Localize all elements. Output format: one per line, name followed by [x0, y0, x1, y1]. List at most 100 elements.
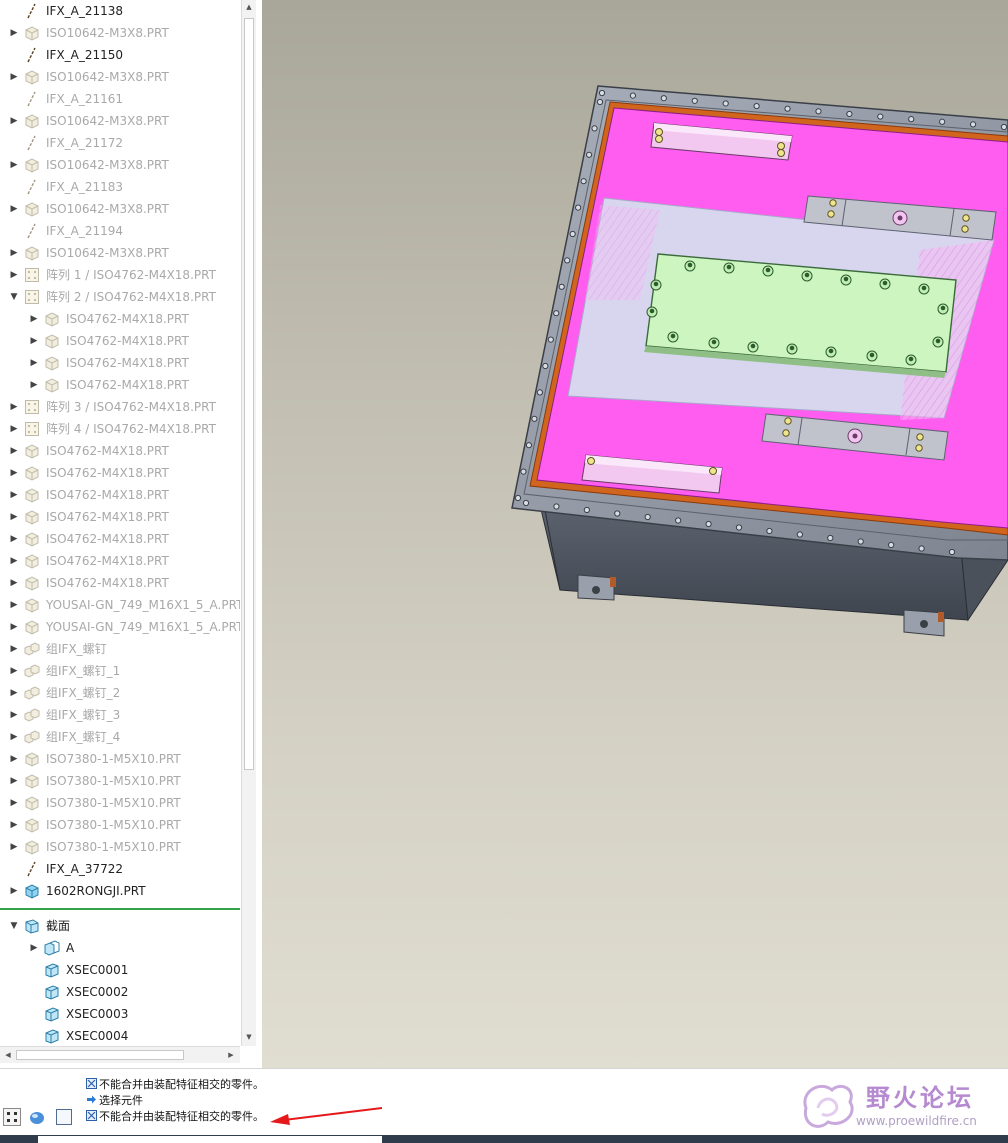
model-tree[interactable]: IFX_A_21138 ▶ ISO10642-M3X8.PRT IFX_A_21150… [0, 0, 240, 1046]
expand-arrow-icon[interactable]: ▶ [9, 115, 19, 127]
tree-item[interactable]: ▶ ISO10642-M3X8.PRT [0, 154, 240, 176]
expand-arrow-icon[interactable]: ▶ [9, 775, 19, 787]
expand-arrow-icon[interactable]: ▶ [9, 709, 19, 721]
tree-item[interactable]: ▶ 阵列 4 / ISO4762-M4X18.PRT [0, 418, 240, 440]
expand-arrow-icon[interactable]: ▶ [29, 942, 39, 954]
expand-arrow-icon[interactable]: ▶ [9, 269, 19, 281]
scroll-up-icon[interactable]: ▲ [242, 0, 256, 14]
tree-item[interactable]: ▶ 组IFX_螺钉_3 [0, 704, 240, 726]
expand-arrow-icon[interactable]: ▶ [9, 885, 19, 897]
expand-arrow-icon[interactable]: ▶ [29, 313, 39, 325]
scroll-left-icon[interactable]: ◀ [1, 1048, 15, 1062]
expand-arrow-icon[interactable]: ▶ [9, 401, 19, 413]
tree-item[interactable]: IFX_A_21138 [0, 0, 240, 22]
section-tree-item[interactable]: XSEC0003 [0, 1003, 240, 1025]
tree-item[interactable]: IFX_A_21194 [0, 220, 240, 242]
expand-arrow-icon[interactable]: ▶ [29, 357, 39, 369]
model-display-button[interactable] [28, 1108, 46, 1126]
tree-item[interactable]: ▶ ISO4762-M4X18.PRT [0, 506, 240, 528]
expand-arrow-icon[interactable]: ▶ [9, 533, 19, 545]
tree-item[interactable]: ▶ 组IFX_螺钉_1 [0, 660, 240, 682]
tree-item[interactable]: ▶ 阵列 3 / ISO4762-M4X18.PRT [0, 396, 240, 418]
expand-arrow-icon[interactable]: ▶ [9, 203, 19, 215]
expand-arrow-icon[interactable]: ▶ [9, 819, 19, 831]
tree-item[interactable]: ▶ ISO10642-M3X8.PRT [0, 110, 240, 132]
tree-item[interactable]: ▶ ISO10642-M3X8.PRT [0, 198, 240, 220]
collapse-arrow-icon[interactable]: ▼ [9, 291, 19, 303]
expand-arrow-icon[interactable]: ▶ [9, 643, 19, 655]
tree-item[interactable]: ▶ ISO7380-1-M5X10.PRT [0, 748, 240, 770]
collapse-arrow-icon[interactable]: ▼ [9, 920, 19, 932]
expand-arrow-icon[interactable]: ▶ [9, 731, 19, 743]
expand-arrow-icon[interactable]: ▶ [9, 423, 19, 435]
section-tree-item[interactable]: XSEC0004 [0, 1025, 240, 1046]
tree-item[interactable]: IFX_A_21172 [0, 132, 240, 154]
expand-arrow-icon[interactable]: ▶ [9, 71, 19, 83]
tree-item[interactable]: ▶ ISO7380-1-M5X10.PRT [0, 814, 240, 836]
expand-arrow-icon[interactable]: ▶ [9, 753, 19, 765]
expand-arrow-icon[interactable]: ▶ [9, 687, 19, 699]
tree-item[interactable]: ▶ 组IFX_螺钉_2 [0, 682, 240, 704]
tree-item[interactable]: ▶ ISO4762-M4X18.PRT [0, 462, 240, 484]
tree-item[interactable]: ▶ ISO10642-M3X8.PRT [0, 22, 240, 44]
section-tree-item[interactable]: ▶ A [0, 937, 240, 959]
expand-arrow-icon[interactable]: ▶ [29, 335, 39, 347]
expand-arrow-icon[interactable]: ▶ [9, 27, 19, 39]
expand-arrow-icon[interactable]: ▶ [9, 665, 19, 677]
watermark-title: 野火论坛 [866, 1084, 974, 1112]
expand-arrow-icon[interactable]: ▶ [29, 379, 39, 391]
scroll-thumb[interactable] [244, 18, 254, 770]
tree-vertical-scrollbar[interactable]: ▲ ▼ [241, 0, 256, 1046]
expand-arrow-icon[interactable]: ▶ [9, 555, 19, 567]
tree-item[interactable]: ▶ ISO4762-M4X18.PRT [0, 484, 240, 506]
tree-item[interactable]: ▶ YOUSAI-GN_749_M16X1_5_A.PRT [0, 594, 240, 616]
expand-arrow-icon[interactable]: ▶ [9, 489, 19, 501]
section-tree-item[interactable]: ▼ 截面 [0, 915, 240, 937]
scroll-down-icon[interactable]: ▼ [242, 1030, 256, 1044]
fullscreen-button[interactable] [55, 1108, 73, 1126]
tree-item[interactable]: ▼ 阵列 2 / ISO4762-M4X18.PRT [0, 286, 240, 308]
screw-head [653, 281, 659, 287]
expand-arrow-icon[interactable]: ▶ [9, 247, 19, 259]
selection-filter-button[interactable] [3, 1108, 21, 1126]
tree-item[interactable]: ▶ YOUSAI-GN_749_M16X1_5_A.PRT [0, 616, 240, 638]
expand-arrow-icon[interactable]: ▶ [9, 511, 19, 523]
hscroll-thumb[interactable] [16, 1050, 184, 1060]
tree-item[interactable]: ▶ ISO4762-M4X18.PRT [0, 550, 240, 572]
tree-item[interactable]: ▶ ISO7380-1-M5X10.PRT [0, 792, 240, 814]
tree-item[interactable]: IFX_A_21183 [0, 176, 240, 198]
tree-item[interactable]: ▶ 阵列 1 / ISO4762-M4X18.PRT [0, 264, 240, 286]
tree-item[interactable]: ▶ ISO7380-1-M5X10.PRT [0, 836, 240, 858]
expand-arrow-icon[interactable]: ▶ [9, 621, 19, 633]
tree-item[interactable]: ▶ ISO4762-M4X18.PRT [0, 440, 240, 462]
section-tree-item[interactable]: XSEC0002 [0, 981, 240, 1003]
tree-item[interactable]: ▶ ISO10642-M3X8.PRT [0, 66, 240, 88]
tree-item[interactable]: ▶ 组IFX_螺钉 [0, 638, 240, 660]
expand-arrow-icon[interactable]: ▶ [9, 797, 19, 809]
tree-item[interactable]: ▶ ISO10642-M3X8.PRT [0, 242, 240, 264]
expand-arrow-icon[interactable]: ▶ [9, 467, 19, 479]
tree-item[interactable]: ▶ ISO4762-M4X18.PRT [0, 528, 240, 550]
expand-arrow-icon[interactable]: ▶ [9, 159, 19, 171]
tree-item[interactable]: IFX_A_21161 [0, 88, 240, 110]
tree-item[interactable]: ▶ ISO4762-M4X18.PRT [0, 352, 240, 374]
message-text: 不能合并由装配特征相交的零件。 [99, 1110, 264, 1123]
tree-item[interactable]: ▶ ISO4762-M4X18.PRT [0, 330, 240, 352]
tree-item[interactable]: ▶ ISO4762-M4X18.PRT [0, 374, 240, 396]
tree-item[interactable]: ▶ ISO4762-M4X18.PRT [0, 308, 240, 330]
expand-arrow-icon[interactable]: ▶ [9, 599, 19, 611]
tree-item[interactable]: IFX_A_21150 [0, 44, 240, 66]
tree-item[interactable]: ▶ ISO4762-M4X18.PRT [0, 572, 240, 594]
datum-curve-icon [24, 135, 40, 151]
tree-horizontal-scrollbar[interactable]: ◀ ▶ [0, 1046, 240, 1063]
graphics-viewport[interactable] [262, 0, 1008, 1068]
tree-item[interactable]: IFX_A_37722 [0, 858, 240, 880]
tree-item[interactable]: ▶ 组IFX_螺钉_4 [0, 726, 240, 748]
scroll-right-icon[interactable]: ▶ [224, 1048, 238, 1062]
expand-arrow-icon[interactable]: ▶ [9, 841, 19, 853]
section-tree-item[interactable]: XSEC0001 [0, 959, 240, 981]
tree-item[interactable]: ▶ ISO7380-1-M5X10.PRT [0, 770, 240, 792]
expand-arrow-icon[interactable]: ▶ [9, 577, 19, 589]
tree-item[interactable]: ▶ 1602RONGJI.PRT [0, 880, 240, 902]
expand-arrow-icon[interactable]: ▶ [9, 445, 19, 457]
